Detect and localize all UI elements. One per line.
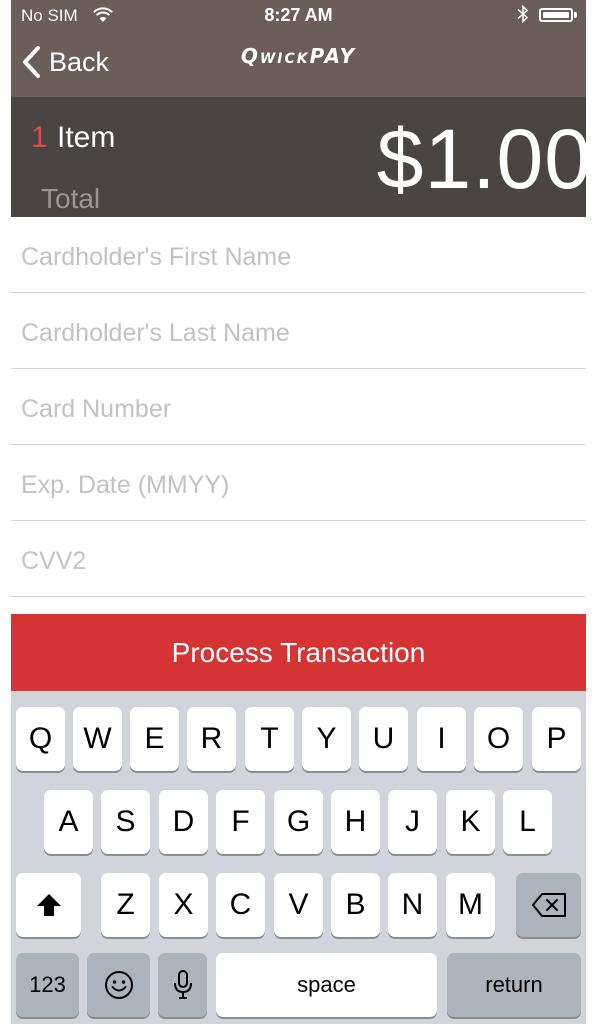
emoji-icon (104, 971, 133, 999)
key-g[interactable]: G (274, 790, 323, 854)
key-v[interactable]: V (274, 873, 323, 937)
last-name-input[interactable] (19, 313, 563, 353)
exp-date-input[interactable] (19, 465, 563, 505)
total-amount: $1.00 (376, 112, 586, 206)
item-label: Item (57, 121, 116, 154)
nav-bar: Back QwickPAY (11, 30, 586, 97)
app-frame: No SIM 8:27 AM Back QwickPAY 1 Item Tota… (11, 0, 586, 1024)
clock: 8:27 AM (264, 5, 333, 25)
order-summary: 1 Item Total $1.00 (11, 97, 586, 217)
key-d[interactable]: D (159, 790, 208, 854)
key-j[interactable]: J (388, 790, 437, 854)
battery-icon (539, 8, 573, 22)
keyboard: Q W E R T Y U I O P A S D F G H J K L Z … (11, 691, 586, 1024)
status-bar: No SIM 8:27 AM (11, 0, 586, 30)
key-u[interactable]: U (359, 707, 408, 771)
shift-arrow-icon (36, 894, 61, 916)
microphone-key[interactable] (158, 953, 207, 1017)
backspace-key[interactable] (516, 873, 581, 937)
key-b[interactable]: B (331, 873, 380, 937)
payment-form (11, 217, 586, 597)
key-a[interactable]: A (44, 790, 93, 854)
key-m[interactable]: M (446, 873, 495, 937)
shift-key[interactable] (16, 873, 81, 937)
cvv-input[interactable] (19, 541, 563, 581)
key-c[interactable]: C (216, 873, 265, 937)
key-p[interactable]: P (532, 707, 581, 771)
exp-date-row (11, 445, 586, 521)
key-y[interactable]: Y (302, 707, 351, 771)
bluetooth-icon (517, 5, 529, 23)
key-w[interactable]: W (73, 707, 122, 771)
key-n[interactable]: N (388, 873, 437, 937)
process-transaction-button[interactable]: Process Transaction (11, 614, 586, 691)
key-f[interactable]: F (216, 790, 265, 854)
key-h[interactable]: H (331, 790, 380, 854)
battery-tip (574, 12, 577, 18)
card-number-row (11, 369, 586, 445)
key-k[interactable]: K (446, 790, 495, 854)
top-bar: No SIM 8:27 AM Back QwickPAY (11, 0, 586, 97)
qwickpay-logo: QwickPAY (240, 44, 357, 68)
numbers-key[interactable]: 123 (16, 953, 79, 1017)
card-number-input[interactable] (19, 389, 563, 429)
first-name-input[interactable] (19, 237, 563, 277)
key-l[interactable]: L (503, 790, 552, 854)
key-z[interactable]: Z (101, 873, 150, 937)
delete-icon (531, 893, 566, 917)
total-label: Total (41, 183, 101, 214)
return-key[interactable]: return (447, 953, 581, 1017)
key-t[interactable]: T (245, 707, 294, 771)
key-r[interactable]: R (187, 707, 236, 771)
emoji-key[interactable] (87, 953, 150, 1017)
key-s[interactable]: S (101, 790, 150, 854)
item-count: 1 (31, 121, 48, 154)
last-name-row (11, 293, 586, 369)
key-q[interactable]: Q (16, 707, 65, 771)
key-o[interactable]: O (474, 707, 523, 771)
first-name-row (11, 217, 586, 293)
space-key[interactable]: space (216, 953, 437, 1017)
cvv-row (11, 521, 586, 597)
key-x[interactable]: X (159, 873, 208, 937)
microphone-icon (173, 970, 192, 999)
key-i[interactable]: I (417, 707, 466, 771)
key-e[interactable]: E (130, 707, 179, 771)
